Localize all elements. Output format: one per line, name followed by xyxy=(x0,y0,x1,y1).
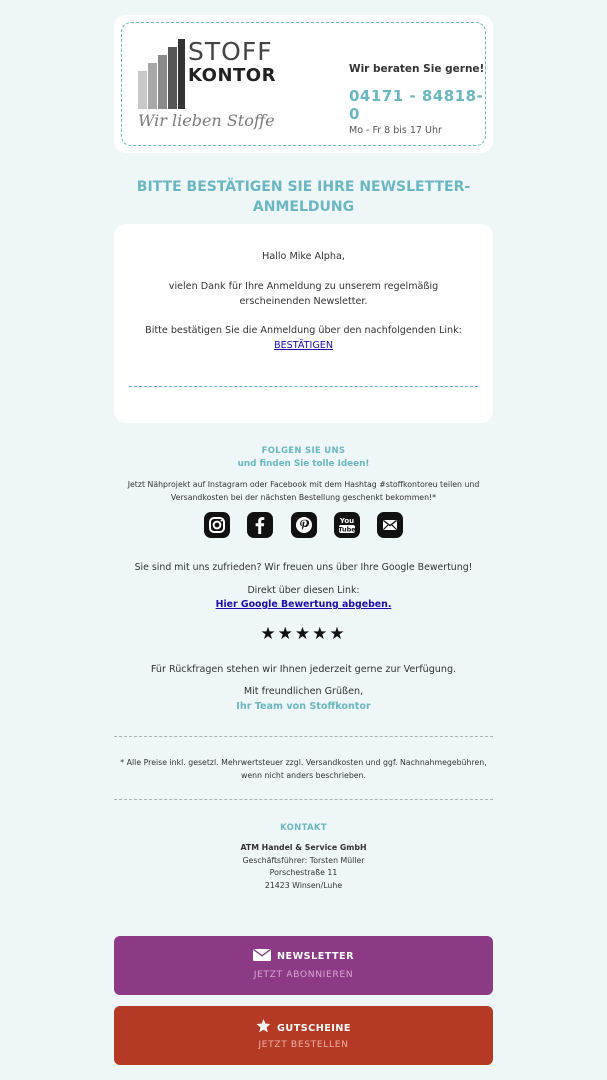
instagram-icon[interactable] xyxy=(204,512,231,538)
divider xyxy=(114,736,493,737)
thanks-text: vielen Dank für Ihre Anmeldung zu unsere… xyxy=(168,281,439,307)
city-line: 21423 Winsen/Luhe xyxy=(264,880,343,890)
opening-hours: Mo - Fr 8 bis 17 Uhr xyxy=(349,125,442,136)
company-name: ATM Handel & Service GmbH xyxy=(240,843,367,852)
regards-text: Mit freundlichen Grüßen, xyxy=(243,686,364,697)
advice-text: Wir beraten Sie gerne! xyxy=(349,63,485,75)
star-icon xyxy=(256,1019,271,1033)
newsletter-button[interactable]: NEWSLETTER JETZT ABONNIEREN xyxy=(114,936,493,995)
youtube-icon[interactable]: You Tube xyxy=(333,512,360,538)
header-contact: Wir beraten Sie gerne! 04171 - 84818-0 M… xyxy=(349,63,489,136)
pinterest-icon[interactable] xyxy=(290,512,317,538)
email-icon[interactable] xyxy=(376,512,403,538)
social-icons: You Tube xyxy=(114,512,493,540)
vouchers-button-label: GUTSCHEINE xyxy=(277,1023,351,1034)
review-request: Sie sind mit uns zufrieden? Wir freuen u… xyxy=(134,562,473,573)
follow-text: Jetzt Nähprojekt auf Instagram oder Face… xyxy=(127,480,480,502)
google-review-link[interactable]: Hier Google Bewertung abgeben. xyxy=(114,599,493,610)
message-card: Hallo Mike Alpha, vielen Dank für Ihre A… xyxy=(114,224,493,423)
page-title: BITTE BESTÄTIGEN SIE IHRE NEWSLETTER-ANM… xyxy=(136,179,471,215)
confirm-text: Bitte bestätigen Sie die Anmeldung über … xyxy=(145,325,462,336)
confirm-link[interactable]: BESTÄTIGEN xyxy=(114,338,493,353)
header-dashed-frame: STOFF KONTOR Wir lieben Stoffe Wir berat… xyxy=(121,22,486,146)
ceo-line: Geschäftsführer: Torsten Müller xyxy=(242,855,365,865)
svg-text:Tube: Tube xyxy=(338,526,356,534)
logo-text-kontor: KONTOR xyxy=(188,65,276,86)
kontakt-heading: KONTAKT xyxy=(280,823,327,833)
follow-heading: FOLGEN SIE UNS xyxy=(261,446,346,456)
follow-subheading: und finden Sie tolle Ideen! xyxy=(237,459,370,469)
questions-text: Für Rückfragen stehen wir Ihnen jederzei… xyxy=(150,664,457,675)
newsletter-button-label: NEWSLETTER xyxy=(277,951,354,962)
divider xyxy=(129,386,478,387)
greeting: Hallo Mike Alpha, xyxy=(262,251,345,262)
rating-stars: ★★★★★ xyxy=(260,624,347,644)
logo-bars-graphic xyxy=(138,39,186,109)
phone-number[interactable]: 04171 - 84818-0 xyxy=(349,87,489,123)
price-disclaimer: * Alle Preise inkl. gesetzl. Mehrwertste… xyxy=(120,758,487,780)
review-direct-text: Direkt über diesen Link: xyxy=(247,585,360,596)
divider xyxy=(114,799,493,800)
header-card: STOFF KONTOR Wir lieben Stoffe Wir berat… xyxy=(114,15,493,153)
street-line: Porschestraße 11 xyxy=(269,868,338,877)
kontakt-address: ATM Handel & Service GmbH Geschäftsführe… xyxy=(114,842,493,892)
svg-text:You: You xyxy=(338,517,353,525)
logo-text-stoff: STOFF xyxy=(188,37,273,66)
stoffkontor-logo[interactable]: STOFF KONTOR Wir lieben Stoffe xyxy=(138,39,278,139)
facebook-icon[interactable] xyxy=(247,512,274,538)
team-signature: Ihr Team von Stoffkontor xyxy=(236,701,371,712)
newsletter-button-sublabel: JETZT ABONNIEREN xyxy=(253,969,354,980)
logo-slogan: Wir lieben Stoffe xyxy=(138,111,275,130)
vouchers-button[interactable]: GUTSCHEINE JETZT BESTELLEN xyxy=(114,1006,493,1065)
envelope-icon xyxy=(253,949,271,961)
vouchers-button-sublabel: JETZT BESTELLEN xyxy=(258,1039,349,1050)
